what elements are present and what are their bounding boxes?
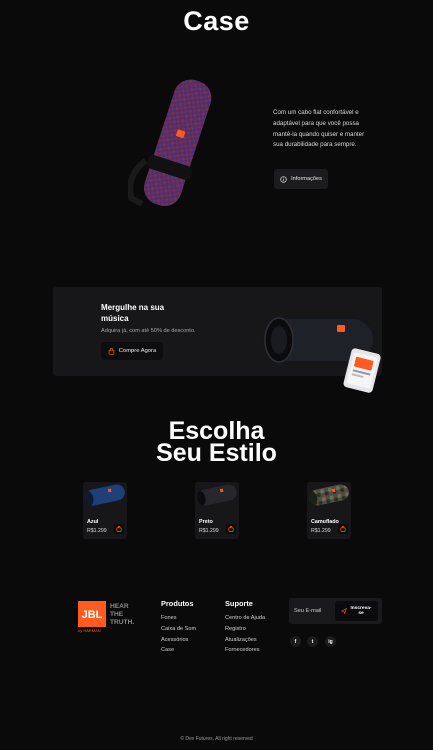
promo-title: Mergulhe na sua música — [101, 303, 165, 323]
svg-text:HEAR: HEAR — [110, 603, 129, 610]
facebook-icon[interactable]: f — [290, 636, 301, 647]
footer-products-heading: Produtos — [161, 599, 194, 608]
footer-link-fornecedores[interactable]: Fornecedores — [225, 647, 260, 653]
footer-link-fones[interactable]: Fones — [161, 615, 177, 621]
style-title-line2: Seu Estilo — [156, 439, 277, 467]
speaker-black-image — [197, 484, 237, 506]
svg-text:THE: THE — [110, 611, 124, 618]
svg-text:by HARMAN: by HARMAN — [78, 628, 101, 633]
product-name: Azul — [87, 519, 99, 525]
product-card[interactable]: Preto R$1.299 — [195, 482, 239, 539]
speaker-camo-image — [309, 484, 349, 506]
style-section-title: Escolha Seu Estilo — [0, 419, 433, 467]
subscribe-label: Inscreva-se — [350, 605, 372, 617]
product-name: Camuflado — [311, 519, 339, 525]
page-title: Case — [183, 6, 250, 36]
speaker-blue-image — [85, 484, 125, 506]
footer-link-atualizacoes[interactable]: Atualizações — [225, 637, 257, 643]
svg-text:TRUTH.: TRUTH. — [110, 619, 134, 626]
product-price: R$1.299 — [199, 528, 219, 534]
email-input[interactable]: Seu E-mail — [294, 608, 321, 614]
footer-link-registro[interactable]: Registro — [225, 626, 246, 632]
shopping-bag-icon — [116, 526, 122, 532]
speaker-with-phone-image — [263, 315, 381, 393]
buy-now-button[interactable]: Compre Agora — [101, 342, 163, 360]
shopping-bag-icon — [108, 347, 115, 355]
copyright: © Dev Futures. All right reserved — [180, 736, 253, 742]
newsletter-form: Seu E-mail Inscreva-se — [289, 598, 382, 624]
product-name: Preto — [199, 519, 213, 525]
info-button-label: Informações — [291, 176, 322, 182]
info-icon — [280, 175, 287, 183]
send-icon — [341, 608, 347, 614]
add-to-cart-button[interactable] — [338, 524, 348, 534]
footer-support-heading: Suporte — [225, 599, 253, 608]
jbl-logo: JBL HEAR THE TRUTH. by HARMAN — [78, 601, 134, 633]
footer-link-caixa-de-som[interactable]: Caixa de Som — [161, 626, 196, 632]
product-card[interactable]: Camuflado R$1.299 — [307, 482, 351, 539]
product-card[interactable]: Azul R$1.299 — [83, 482, 127, 539]
svg-text:JBL: JBL — [82, 609, 103, 621]
info-button[interactable]: Informações — [274, 169, 328, 189]
buy-now-label: Compre Agora — [118, 348, 157, 354]
instagram-icon[interactable]: ig — [325, 636, 336, 647]
promo-subtitle: Adquira já, com até 50% de desconto. — [101, 328, 196, 334]
add-to-cart-button[interactable] — [226, 524, 236, 534]
add-to-cart-button[interactable] — [114, 524, 124, 534]
shopping-bag-icon — [228, 526, 234, 532]
hero-description: Com um cabo flat confortável e adaptável… — [273, 109, 365, 149]
footer-link-case[interactable]: Case — [161, 647, 174, 653]
product-price: R$1.299 — [87, 528, 107, 534]
footer-link-centro-de-ajuda[interactable]: Centro de Ajuda — [225, 615, 265, 621]
shopping-bag-icon — [340, 526, 346, 532]
subscribe-button[interactable]: Inscreva-se — [335, 601, 378, 621]
product-price: R$1.299 — [311, 528, 331, 534]
twitter-icon[interactable]: t — [307, 636, 318, 647]
footer-link-acessorios[interactable]: Acessórios — [161, 637, 188, 643]
speaker-case-image — [128, 79, 212, 207]
promo-banner: Mergulhe na sua música Adquira já, com a… — [53, 287, 382, 393]
